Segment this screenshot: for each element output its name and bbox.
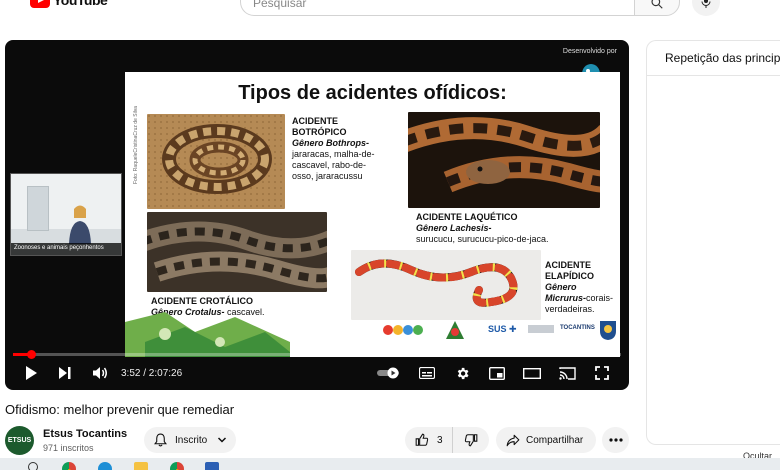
like-count: 3 — [437, 434, 443, 446]
state-crest-icon — [600, 321, 616, 340]
top-bar: YouTube Pesquisar — [0, 0, 780, 22]
tocantins-logo: TOCANTINS — [560, 325, 595, 331]
like-dislike-group: 3 — [405, 427, 489, 453]
partner-logo-icon — [383, 325, 423, 335]
autoplay-toggle[interactable] — [375, 364, 403, 382]
more-horizontal-icon — [608, 438, 623, 442]
settings-button[interactable] — [452, 364, 472, 382]
developer-label: Desenvolvido por — [562, 48, 617, 55]
subscribe-label: Inscrito — [175, 434, 208, 446]
health-logo-icon — [446, 321, 464, 339]
share-button[interactable]: Compartilhar — [496, 427, 596, 453]
slide-title: Tipos de acidentes ofídicos: — [238, 82, 507, 104]
chat-replay-panel: Repetição das principais Ocultar — [646, 40, 780, 461]
cast-icon — [558, 366, 576, 380]
channel-avatar[interactable]: ETSUS — [5, 426, 34, 455]
channel-avatar-text: ETSUS — [7, 437, 32, 444]
taskbar-app-icon[interactable] — [205, 462, 219, 470]
os-taskbar — [0, 458, 780, 470]
chat-replay-heading[interactable]: Repetição das principais — [647, 41, 780, 76]
subtitles-icon — [419, 367, 435, 379]
subtitles-button[interactable] — [417, 364, 437, 382]
crotalus-snake-image — [147, 212, 327, 292]
elapidico-label: ACIDENTE ELAPÍDICO Gênero Micrurus-corai… — [545, 260, 614, 314]
search-input[interactable]: Pesquisar — [240, 0, 635, 16]
theater-mode-button[interactable] — [521, 364, 543, 382]
next-button[interactable] — [55, 364, 75, 382]
search-button[interactable] — [634, 0, 680, 16]
skip-next-icon — [59, 367, 71, 379]
play-icon — [26, 366, 37, 380]
like-button[interactable]: 3 — [405, 427, 453, 453]
laquetico-label: ACIDENTE LAQUÉTICO Gênero Lachesis- suru… — [416, 212, 549, 244]
presentation-slide: Tipos de acidentes ofídicos: Foto: Raque… — [125, 72, 620, 357]
autoplay-toggle-icon — [377, 367, 399, 379]
subscribe-button[interactable]: Inscrito — [144, 427, 236, 453]
miniplayer-button[interactable] — [487, 364, 507, 382]
share-label: Compartilhar — [526, 434, 584, 446]
thumbs-up-icon — [415, 433, 429, 446]
youtube-wordmark: YouTube — [53, 0, 108, 8]
more-actions-button[interactable] — [602, 427, 629, 453]
microphone-icon — [701, 0, 711, 8]
sponsor-logos: SUS ✚ TOCANTINS — [380, 317, 620, 347]
taskbar-folder-icon[interactable] — [134, 462, 148, 470]
video-title: Ofidismo: melhor prevenir que remediar — [5, 402, 235, 417]
cast-button[interactable] — [556, 364, 578, 382]
fullscreen-button[interactable] — [592, 364, 612, 382]
botropico-label: ACIDENTE BOTRÓPICO Gênero Bothrops- jara… — [292, 116, 375, 181]
volume-button[interactable] — [89, 364, 111, 382]
voice-search-button[interactable] — [692, 0, 720, 16]
taskbar-edge-icon[interactable] — [98, 462, 112, 470]
taskbar-search-icon[interactable] — [28, 462, 38, 470]
fullscreen-icon — [595, 366, 609, 380]
lachesis-snake-image — [408, 112, 600, 208]
taskbar-chrome-active-icon[interactable] — [170, 462, 184, 470]
thumbs-down-icon — [464, 434, 478, 447]
bell-icon — [154, 433, 167, 447]
video-player[interactable]: Desenvolvido por Zoonoses e animais peço… — [5, 40, 629, 390]
search-icon — [651, 0, 663, 9]
theater-mode-icon — [523, 367, 541, 379]
time-display: 3:52 / 2:07:26 — [121, 368, 183, 379]
progress-bar[interactable] — [13, 350, 621, 359]
channel-name[interactable]: Etsus Tocantins — [43, 428, 127, 440]
share-icon — [506, 434, 520, 446]
taskbar-chrome-icon[interactable] — [62, 462, 76, 470]
search-placeholder: Pesquisar — [253, 0, 307, 10]
subscriber-count: 971 inscritos — [43, 443, 94, 453]
gear-icon — [457, 367, 468, 379]
chevron-down-icon — [218, 437, 227, 443]
bothrops-snake-image — [147, 114, 285, 209]
presenter-webcam: Zoonoses e animais peçonhentos — [10, 173, 122, 256]
youtube-play-icon — [30, 0, 50, 8]
sus-logo: SUS ✚ — [488, 324, 517, 334]
miniplayer-icon — [489, 366, 505, 380]
youtube-logo[interactable]: YouTube — [30, 0, 108, 8]
play-button[interactable] — [21, 364, 41, 382]
webcam-caption: Zoonoses e animais peçonhentos — [11, 243, 121, 255]
player-controls: 3:52 / 2:07:26 — [5, 358, 629, 388]
presenter-figure — [69, 205, 91, 244]
volume-icon — [93, 367, 107, 379]
secretaria-logo — [528, 325, 554, 333]
micrurus-snake-image — [351, 250, 541, 320]
photo-credit: Foto: RaqueleCristinaCruz de Silva — [133, 105, 139, 184]
slide-decoration — [125, 312, 290, 357]
dislike-button[interactable] — [453, 427, 489, 453]
